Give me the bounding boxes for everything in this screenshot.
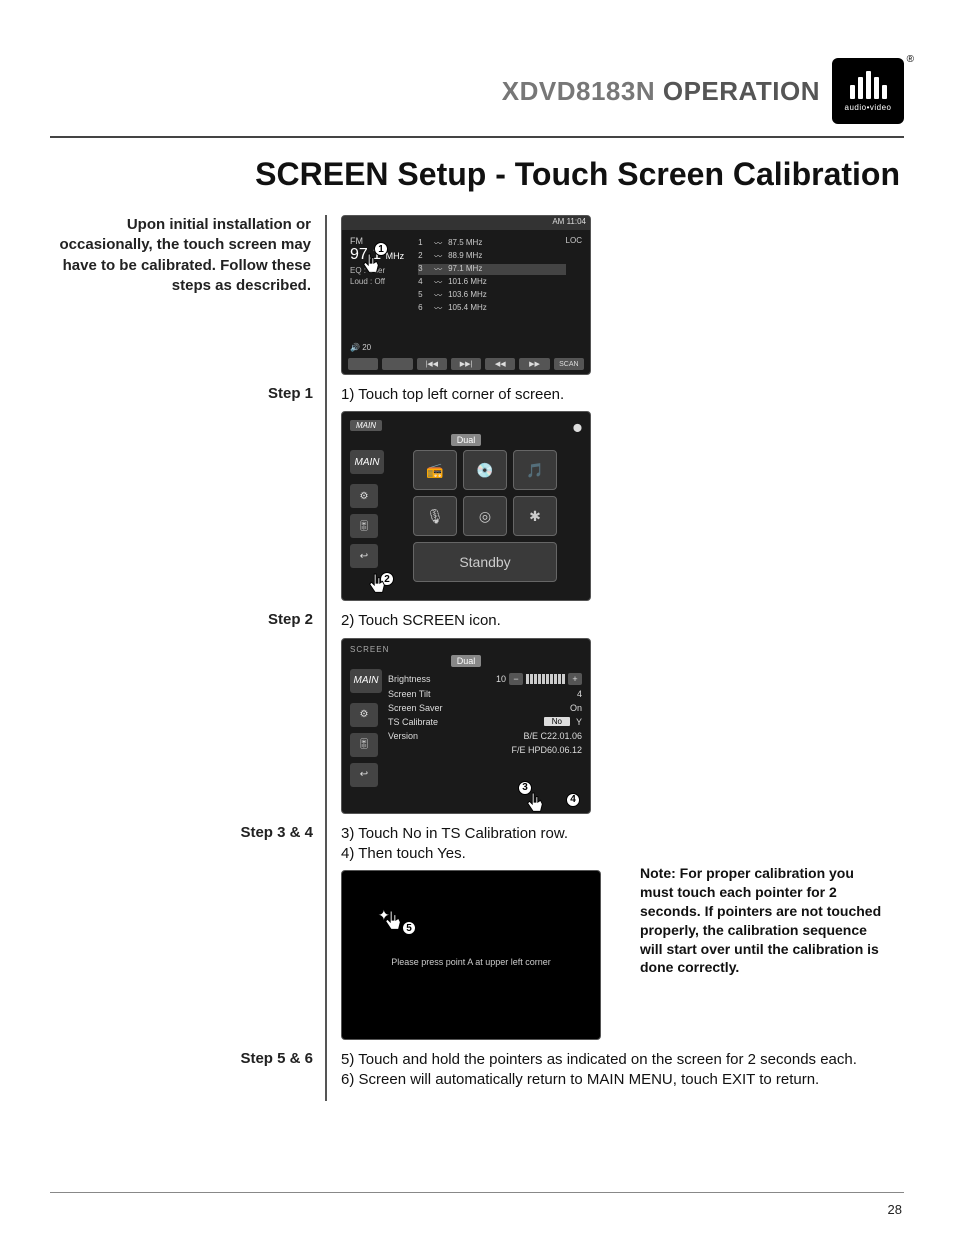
menu-icon-disc[interactable]: 💿: [463, 450, 507, 490]
step-5-text: 5) Touch and hold the pointers as indica…: [341, 1050, 904, 1070]
clock-text: AM 11:04: [552, 217, 586, 226]
screen-top-label: SCREEN: [350, 645, 582, 654]
page-number: 28: [888, 1202, 902, 1217]
tuner-btn[interactable]: |◀◀: [417, 358, 447, 370]
step-5-6: Step 5 & 6 5) Touch and hold the pointer…: [341, 1050, 904, 1091]
menu-icon-bluetooth[interactable]: ✱: [513, 496, 557, 536]
version-fe: F/E HPD60.06.12: [511, 745, 582, 755]
step-3-4-label: Step 3 & 4: [53, 824, 313, 841]
tuner-btn-scan[interactable]: SCAN: [554, 358, 584, 370]
side-icon[interactable]: 🎚: [350, 514, 378, 538]
tilt-label: Screen Tilt: [388, 689, 431, 699]
hand-pointer-icon: [366, 572, 388, 598]
side-icon[interactable]: 🎚: [350, 733, 378, 757]
section-name: OPERATION: [663, 76, 820, 106]
tilt-value: 4: [577, 689, 582, 699]
side-main-button[interactable]: MAIN: [350, 669, 382, 693]
tuner-btn[interactable]: ▶▶: [519, 358, 549, 370]
calibration-prompt: Please press point A at upper left corne…: [342, 957, 600, 967]
screenshot-1-block: AM 11:04 FM 97.1 MHz EQ : User Loud : Of…: [341, 215, 904, 375]
brand-logo: ® audio•video: [832, 58, 904, 124]
page-header: XDVD8183N OPERATION ® audio•video: [50, 58, 904, 124]
frequency-unit: MHz: [386, 251, 405, 261]
tuner-btn[interactable]: ▶▶|: [451, 358, 481, 370]
side-icon[interactable]: ↩: [350, 763, 378, 787]
step-1: Step 1 1) Touch top left corner of scree…: [341, 385, 904, 601]
bluetooth-status-icon: ⬤: [573, 423, 582, 432]
page-title: SCREEN Setup - Touch Screen Calibration: [50, 156, 904, 193]
step-3-text: 3) Touch No in TS Calibration row.: [341, 824, 904, 844]
callout-5: 5: [402, 921, 416, 935]
saver-label: Screen Saver: [388, 703, 443, 713]
loc-label: LOC: [566, 236, 582, 245]
loud-line: Loud : Off: [350, 277, 404, 286]
header-divider: [50, 136, 904, 138]
step-2-text: 2) Touch SCREEN icon.: [341, 611, 904, 631]
minus-button[interactable]: −: [509, 673, 523, 685]
tuner-statusbar: AM 11:04: [342, 216, 590, 230]
hand-pointer-icon: [382, 909, 404, 935]
side-icon[interactable]: ⚙: [350, 484, 378, 508]
screenshot-calibration: ✦ 5 Please press point A at upper left c…: [341, 870, 601, 1040]
tuner-btn[interactable]: [348, 358, 378, 370]
menu-icon-ipod[interactable]: 🎵: [513, 450, 557, 490]
step-1-text: 1) Touch top left corner of screen.: [341, 385, 904, 405]
brand-tag: Dual: [451, 434, 482, 446]
side-icon[interactable]: ⚙: [350, 703, 378, 727]
left-column: Upon initial installation or occasionall…: [50, 215, 325, 1101]
brightness-label: Brightness: [388, 674, 431, 684]
brightness-bar: [526, 674, 565, 684]
hand-pointer-icon: [524, 791, 546, 814]
plus-button[interactable]: +: [568, 673, 582, 685]
step-2: Step 2 2) Touch SCREEN icon. SCREEN Dual…: [341, 611, 904, 813]
ts-no-button[interactable]: No: [544, 717, 570, 726]
side-icon[interactable]: ↩: [350, 544, 378, 568]
version-label: Version: [388, 731, 418, 741]
version-be: B/E C22.01.06: [523, 731, 582, 741]
hand-pointer-icon: [360, 252, 382, 278]
menu-icon-camera[interactable]: ◎: [463, 496, 507, 536]
step-1-label: Step 1: [53, 385, 313, 402]
saver-value: On: [570, 703, 582, 713]
standby-button[interactable]: Standby: [413, 542, 557, 582]
model-number: XDVD8183N: [502, 76, 655, 106]
tuner-btn[interactable]: [382, 358, 412, 370]
menu-icon-radio[interactable]: 📻: [413, 450, 457, 490]
ts-yes-button[interactable]: Y: [576, 717, 582, 727]
step-6-text: 6) Screen will automatically return to M…: [341, 1070, 904, 1090]
step-5-6-label: Step 5 & 6: [53, 1050, 313, 1067]
brand-tag: Dual: [451, 655, 482, 667]
menu-icon-aux[interactable]: 🎙: [413, 496, 457, 536]
tuner-button-row: |◀◀ ▶▶| ◀◀ ▶▶ SCAN: [348, 358, 584, 370]
header-title: XDVD8183N OPERATION: [502, 76, 820, 107]
footer-divider: [50, 1192, 904, 1193]
intro-text: Upon initial installation or occasionall…: [50, 215, 311, 296]
callout-4: 4: [566, 793, 580, 807]
step-2-label: Step 2: [53, 611, 313, 628]
volume-value: 20: [362, 343, 371, 352]
logo-bars-icon: [850, 71, 887, 99]
side-main-button[interactable]: MAIN: [350, 450, 384, 474]
ts-label: TS Calibrate: [388, 717, 438, 727]
screenshot-tuner: AM 11:04 FM 97.1 MHz EQ : User Loud : Of…: [341, 215, 591, 375]
screenshot-main-menu: MAIN ⬤ Dual MAIN ⚙ 🎚 ↩: [341, 411, 591, 601]
step-4-text: 4) Then touch Yes.: [341, 844, 904, 864]
registered-mark: ®: [907, 54, 914, 65]
screenshot-screen-settings: SCREEN Dual MAIN ⚙ 🎚 ↩ Brightn: [341, 638, 591, 814]
logo-subtext: audio•video: [845, 103, 892, 112]
brightness-value: 10: [496, 674, 506, 684]
main-top-tag: MAIN: [350, 420, 382, 431]
calibration-note: Note: For proper calibration you must to…: [640, 864, 890, 977]
tuner-btn[interactable]: ◀◀: [485, 358, 515, 370]
page: XDVD8183N OPERATION ® audio•video SCREEN…: [0, 0, 954, 1235]
